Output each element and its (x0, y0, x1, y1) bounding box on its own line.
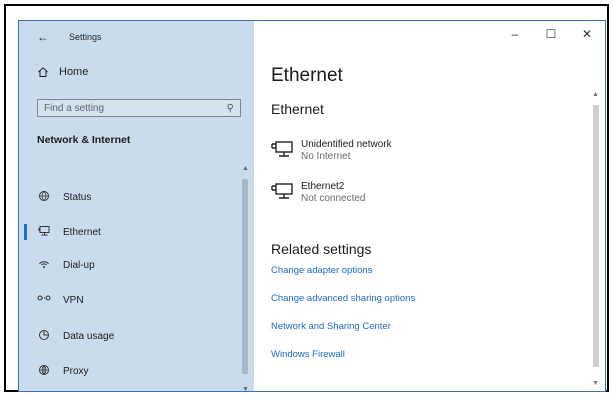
ethernet-icon (37, 225, 51, 240)
data-usage-icon (37, 329, 51, 344)
content-scrollbar[interactable]: ▲ ▼ (592, 91, 599, 387)
screenshot-frame: ← Settings Home ⚲ Network & Internet Sta… (4, 4, 609, 392)
search-input[interactable] (44, 102, 194, 114)
related-settings-title: Related settings (271, 241, 372, 257)
network-item[interactable]: Unidentified network No Internet (271, 139, 392, 162)
sidebar-item-ethernet[interactable]: Ethernet (19, 221, 241, 243)
back-arrow-icon[interactable]: ← (37, 30, 49, 44)
sidebar: ← Settings Home ⚲ Network & Internet Sta… (19, 21, 254, 391)
minimize-button[interactable]: – (497, 21, 533, 47)
window-title: Settings (69, 32, 102, 42)
sidebar-item-dialup[interactable]: Dial-up (19, 254, 241, 276)
scroll-down-arrow-icon[interactable]: ▼ (242, 386, 249, 391)
sidebar-scroll-thumb[interactable] (242, 179, 248, 374)
page-title: Ethernet (271, 65, 343, 86)
network-status: No Internet (301, 151, 351, 162)
change-sharing-options-link[interactable]: Change advanced sharing options (271, 293, 415, 304)
sidebar-item-label: VPN (63, 294, 84, 306)
content-pane: – ☐ ✕ Ethernet Ethernet Unidentified net… (254, 21, 605, 391)
windows-firewall-link[interactable]: Windows Firewall (271, 349, 345, 360)
network-sharing-center-link[interactable]: Network and Sharing Center (271, 321, 391, 332)
sidebar-item-label: Ethernet (63, 226, 101, 238)
maximize-button[interactable]: ☐ (533, 21, 569, 47)
sidebar-item-label: Dial-up (63, 259, 95, 271)
scroll-down-arrow-icon[interactable]: ▼ (592, 380, 599, 387)
window-controls: – ☐ ✕ (497, 21, 605, 47)
globe-proxy-icon (37, 364, 51, 379)
network-status: Not connected (301, 193, 366, 204)
close-button[interactable]: ✕ (569, 21, 605, 47)
content-scroll-thumb[interactable] (593, 105, 599, 367)
network-item[interactable]: Ethernet2 Not connected (271, 181, 366, 204)
network-name: Unidentified network (301, 139, 392, 150)
ethernet-network-icon (271, 139, 293, 159)
change-adapter-options-link[interactable]: Change adapter options (271, 265, 372, 276)
sidebar-section-title: Network & Internet (37, 134, 131, 146)
sidebar-item-label: Proxy (63, 365, 89, 377)
search-icon[interactable]: ⚲ (227, 103, 234, 114)
search-box[interactable]: ⚲ (37, 99, 241, 117)
sidebar-item-status[interactable]: Status (19, 186, 241, 208)
sidebar-scrollbar[interactable]: ▲ ▼ (242, 165, 249, 391)
section-title: Ethernet (271, 101, 324, 117)
globe-icon (37, 190, 51, 205)
ethernet-network-icon (271, 181, 293, 201)
home-icon (37, 66, 49, 78)
sidebar-item-label: Status (63, 191, 92, 203)
vpn-icon (37, 294, 51, 307)
scroll-up-arrow-icon[interactable]: ▲ (592, 91, 599, 98)
sidebar-item-data-usage[interactable]: Data usage (19, 325, 241, 347)
home-nav-item[interactable]: Home (37, 66, 88, 78)
home-label: Home (59, 66, 89, 78)
sidebar-item-label: Data usage (63, 330, 115, 342)
settings-window: ← Settings Home ⚲ Network & Internet Sta… (18, 20, 606, 392)
sidebar-item-vpn[interactable]: VPN (19, 289, 241, 311)
network-name: Ethernet2 (301, 181, 345, 192)
scroll-up-arrow-icon[interactable]: ▲ (242, 165, 249, 172)
sidebar-item-proxy[interactable]: Proxy (19, 360, 241, 382)
dialup-icon (37, 258, 51, 273)
title-row: ← Settings (37, 29, 102, 45)
